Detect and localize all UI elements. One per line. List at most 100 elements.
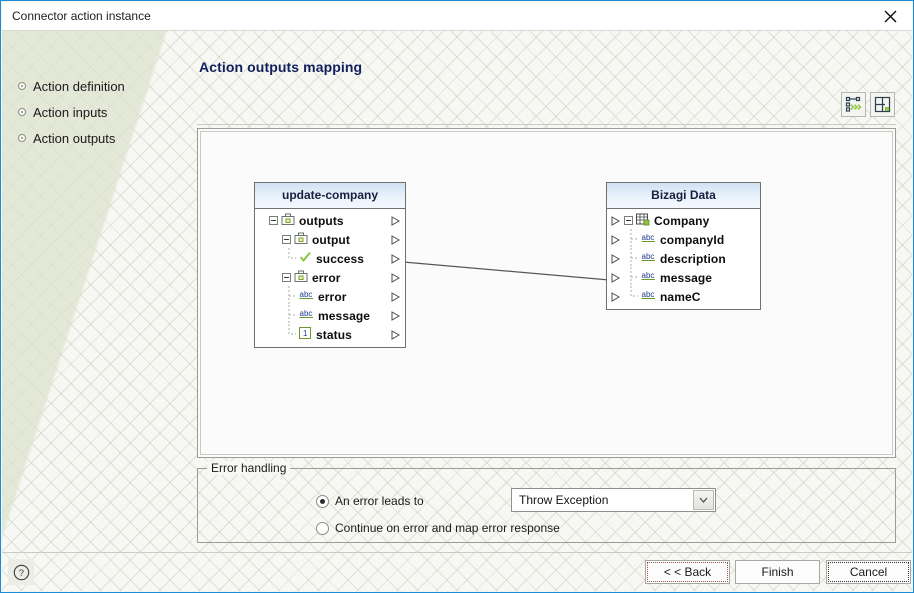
error-action-select[interactable]: Throw Exception <box>511 488 716 512</box>
error-handling-group: Error handling An error leads to Continu… <box>197 461 896 543</box>
row-label: status <box>316 327 352 342</box>
dialog-window: Connector action instance Action definit… <box>0 0 914 593</box>
folder-output-icon <box>281 213 295 229</box>
output-arrow[interactable] <box>391 215 400 226</box>
row-label: success <box>316 251 365 266</box>
table-row[interactable]: 1 status <box>255 323 405 344</box>
radio-label: Continue on error and map error response <box>335 521 560 535</box>
dialog-body: Action definition Action inputs Action o… <box>2 31 912 553</box>
svg-text:abc: abc <box>642 290 655 299</box>
source-node[interactable]: update-company outputs output success er… <box>254 182 406 348</box>
input-arrow[interactable] <box>611 234 620 245</box>
number-one-icon: 1 <box>299 327 312 342</box>
output-arrow[interactable] <box>391 329 400 340</box>
window-title: Connector action instance <box>12 9 151 23</box>
svg-text:1: 1 <box>303 329 308 338</box>
error-action-value: Throw Exception <box>519 493 609 507</box>
mapping-canvas[interactable]: update-company outputs output success er… <box>200 131 893 455</box>
input-arrow[interactable] <box>611 215 620 226</box>
step-bullet-icon <box>18 82 26 90</box>
svg-text:?: ? <box>18 568 23 579</box>
output-arrow[interactable] <box>391 234 400 245</box>
abc-string-icon: abc <box>641 270 656 285</box>
source-node-rows: outputs output success error abc error a… <box>255 209 405 347</box>
table-row[interactable]: abc error <box>255 285 405 306</box>
output-arrow[interactable] <box>391 272 400 283</box>
table-row[interactable]: output <box>255 230 405 249</box>
table-row[interactable]: Company <box>607 211 760 230</box>
collapse-minus-icon[interactable] <box>624 216 633 225</box>
tree-line-last <box>629 285 639 308</box>
wizard-steps-nav: Action definition Action inputs Action o… <box>18 73 183 151</box>
main-content: Action outputs mapping update-company ou… <box>197 59 896 543</box>
boolean-check-icon <box>299 251 312 266</box>
radio-icon[interactable] <box>316 521 329 535</box>
finish-button[interactable]: Finish <box>735 560 820 584</box>
sidebar-item-label: Action inputs <box>33 104 108 120</box>
abc-string-icon: abc <box>641 251 656 266</box>
sidebar-item-action-definition[interactable]: Action definition <box>18 73 183 99</box>
row-label: companyId <box>660 232 725 247</box>
table-row[interactable]: abc companyId <box>607 228 760 249</box>
cancel-button[interactable]: Cancel <box>826 560 911 584</box>
row-label: output <box>312 232 350 247</box>
output-arrow[interactable] <box>391 291 400 302</box>
page-title: Action outputs mapping <box>199 59 363 75</box>
mapping-toolbar <box>197 89 896 125</box>
collapse-minus-icon[interactable] <box>282 273 291 282</box>
table-row[interactable]: success <box>255 247 405 270</box>
sidebar-item-action-inputs[interactable]: Action inputs <box>18 99 183 125</box>
radio-label: An error leads to <box>335 494 424 508</box>
title-bar: Connector action instance <box>2 2 912 31</box>
dialog-footer: ? < < Back Finish Cancel <box>2 552 912 591</box>
table-row[interactable]: abc nameC <box>607 285 760 308</box>
abc-string-icon: abc <box>299 308 314 323</box>
row-label: error <box>318 289 347 304</box>
layout-grid-icon[interactable] <box>870 92 895 117</box>
sidebar-item-action-outputs[interactable]: Action outputs <box>18 125 183 151</box>
row-label: message <box>318 308 371 323</box>
svg-text:abc: abc <box>642 271 655 280</box>
input-arrow[interactable] <box>611 272 620 283</box>
chevron-down-icon[interactable] <box>693 490 714 510</box>
row-label: error <box>312 270 341 285</box>
folder-output-icon <box>294 232 308 248</box>
table-row[interactable]: abc description <box>607 247 760 268</box>
input-arrow[interactable] <box>611 253 620 264</box>
sidebar-item-label: Action outputs <box>33 130 116 146</box>
target-node-title: Bizagi Data <box>607 183 760 209</box>
error-handling-legend: Error handling <box>207 461 291 475</box>
table-row[interactable]: outputs <box>255 211 405 230</box>
output-arrow[interactable] <box>391 253 400 264</box>
row-label: Company <box>654 213 710 228</box>
auto-map-icon[interactable] <box>841 92 866 117</box>
tree-line-last <box>287 247 297 270</box>
abc-string-icon: abc <box>641 289 656 304</box>
svg-text:abc: abc <box>300 309 313 318</box>
table-row[interactable]: error <box>255 268 405 287</box>
svg-text:abc: abc <box>300 290 313 299</box>
radio-icon-selected[interactable] <box>316 494 329 508</box>
close-icon[interactable] <box>868 2 912 30</box>
input-arrow[interactable] <box>611 291 620 302</box>
table-row[interactable]: abc message <box>255 304 405 325</box>
radio-an-error-leads-to[interactable]: An error leads to <box>316 494 424 508</box>
table-row[interactable]: abc message <box>607 266 760 287</box>
help-question-icon[interactable]: ? <box>8 559 34 585</box>
step-bullet-icon <box>18 108 26 116</box>
row-label: outputs <box>299 213 344 228</box>
output-arrow[interactable] <box>391 310 400 321</box>
row-label: nameC <box>660 289 701 304</box>
radio-continue-on-error[interactable]: Continue on error and map error response <box>316 521 560 535</box>
entity-table-icon <box>636 213 650 229</box>
step-bullet-icon <box>18 134 26 142</box>
svg-text:abc: abc <box>642 252 655 261</box>
collapse-minus-icon[interactable] <box>269 216 278 225</box>
collapse-minus-icon[interactable] <box>282 235 291 244</box>
back-button[interactable]: < < Back <box>645 560 730 584</box>
row-label: message <box>660 270 713 285</box>
sidebar-item-label: Action definition <box>33 78 125 94</box>
target-node[interactable]: Bizagi Data Company abc companyId abc de… <box>606 182 761 310</box>
abc-string-icon: abc <box>299 289 314 304</box>
row-label: description <box>660 251 726 266</box>
